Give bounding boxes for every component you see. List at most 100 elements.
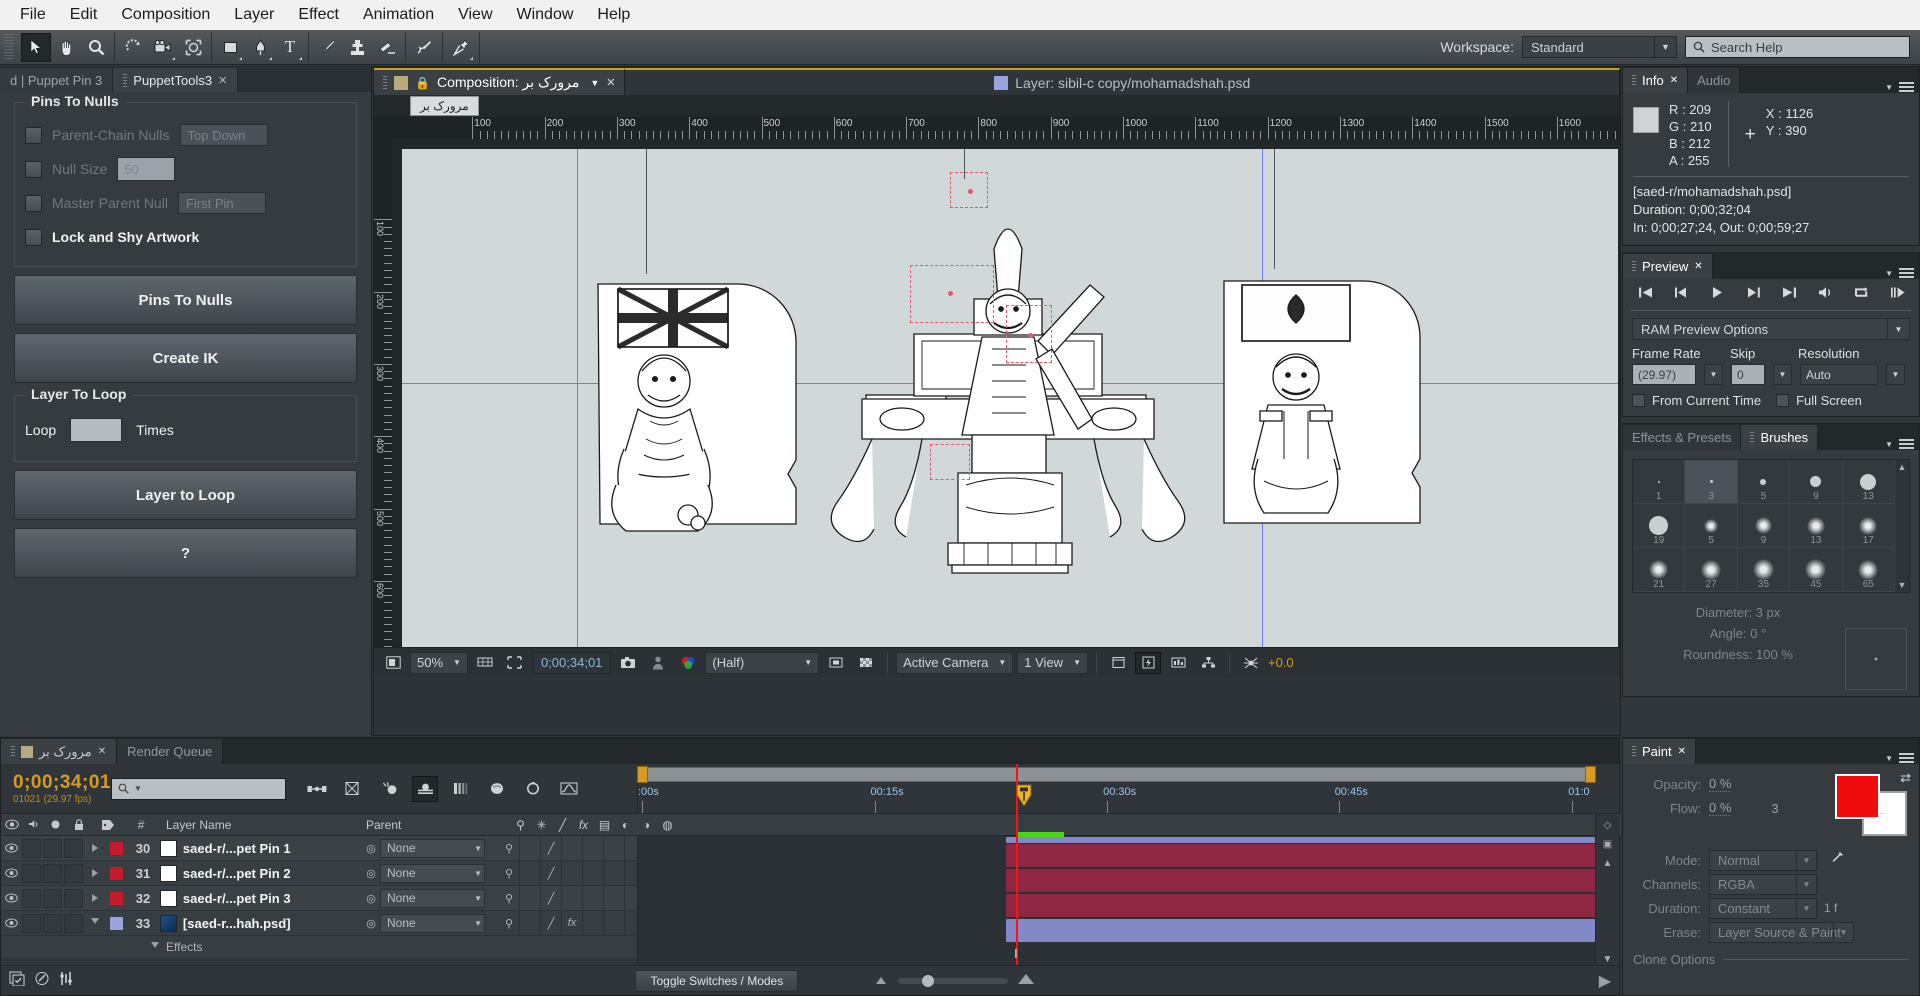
workspace-select[interactable]: Standard ▼: [1522, 36, 1677, 58]
enable-frame-blending-icon[interactable]: [412, 775, 438, 802]
camera-view-select[interactable]: Active Camera ▼: [896, 651, 1014, 674]
parent-select[interactable]: None ▼: [380, 863, 485, 883]
brush-roundness[interactable]: Roundness: 100 %: [1623, 644, 1853, 665]
current-time-indicator[interactable]: [1016, 784, 1032, 808]
brush-cell-21[interactable]: 21: [1633, 548, 1686, 592]
pixel-aspect-correction-icon[interactable]: [1105, 652, 1131, 674]
default-colors-icon[interactable]: ⌐: [1879, 808, 1885, 820]
chevron-down-icon[interactable]: ▼: [134, 784, 142, 793]
track-bar-top[interactable]: [1006, 837, 1595, 843]
brush-diameter[interactable]: Diameter: 3 px: [1623, 602, 1853, 623]
layer-switch-toggle-icon[interactable]: ◇: [1604, 820, 1612, 831]
pins-to-nulls-button[interactable]: Pins To Nulls: [14, 275, 357, 325]
expand-triangle[interactable]: [84, 869, 106, 877]
brush-tool[interactable]: [312, 33, 342, 62]
brush-grid[interactable]: 1 3 5 9 13 19 5 9 13 17 21 27 35 45 65 ▲ ▼: [1632, 459, 1910, 593]
roto-brush-tool[interactable]: [409, 33, 439, 62]
brush-cell-17[interactable]: 17: [1842, 504, 1895, 548]
from-current-time-checkbox[interactable]: [1632, 394, 1645, 407]
collapse-switch[interactable]: [520, 910, 541, 936]
brush-cell-27[interactable]: 27: [1685, 548, 1738, 592]
brainstorm-icon[interactable]: [484, 776, 510, 802]
quality-switch[interactable]: ╱: [541, 860, 562, 886]
scroll-down-icon[interactable]: ▼: [1898, 580, 1907, 590]
composition-viewer[interactable]: 100 200 300 400 500 600 700 800 900 1000 1100 1200 1…: [374, 117, 1620, 677]
brush-cell-9[interactable]: 9: [1790, 460, 1843, 504]
brush-cell-5[interactable]: 5: [1685, 504, 1738, 548]
audio-switch[interactable]: [22, 838, 41, 858]
scroll-down-icon[interactable]: ▼: [1603, 954, 1613, 965]
timeline-track-area[interactable]: I: [637, 764, 1595, 965]
comp-flowchart-icon[interactable]: [34, 971, 51, 991]
previous-frame-button[interactable]: [1668, 286, 1694, 303]
tab-layer[interactable]: Layer: sibil-c copy/mohamadshah.psd: [625, 68, 1620, 95]
toggle-transparency-grid-icon[interactable]: [853, 652, 879, 674]
panel-menu-icon[interactable]: [1899, 82, 1914, 93]
parent-pickwhip-icon[interactable]: ◎: [362, 867, 380, 880]
auto-keyframe-icon[interactable]: [520, 776, 546, 802]
collapse-switch[interactable]: [520, 885, 541, 911]
shy-switch[interactable]: ⚲: [499, 910, 520, 936]
work-area-end-handle[interactable]: [1585, 766, 1596, 783]
tab-comp-timeline[interactable]: مرورک بر ✕: [1, 739, 118, 764]
chevron-down-icon[interactable]: ▼: [1885, 83, 1893, 92]
last-frame-button[interactable]: [1776, 286, 1802, 303]
current-time-display[interactable]: 0;00;34;01: [531, 651, 612, 674]
timeline-zoom-slider[interactable]: [898, 974, 1009, 987]
menu-item-file[interactable]: File: [8, 4, 58, 26]
composition-canvas[interactable]: [392, 139, 1620, 677]
create-ik-button[interactable]: Create IK: [14, 333, 357, 383]
shy-switch[interactable]: ⚲: [499, 835, 520, 861]
scroll-up-icon[interactable]: ▲: [1898, 462, 1907, 472]
tab-paint[interactable]: Paint ✕: [1623, 739, 1697, 764]
brush-cell-1[interactable]: 1: [1633, 460, 1686, 504]
video-switch[interactable]: [1, 918, 21, 928]
master-parent-null-select[interactable]: First Pin: [177, 192, 266, 214]
effects-switch[interactable]: [562, 860, 583, 886]
lock-switch[interactable]: [64, 888, 83, 908]
zoom-tool[interactable]: [81, 33, 111, 62]
composition-mini-flowchart-icon[interactable]: [304, 776, 330, 802]
preview-resolution-value[interactable]: Auto: [1800, 364, 1878, 385]
mode-select[interactable]: Normal ▼: [1709, 849, 1817, 871]
expand-triangle[interactable]: [84, 844, 106, 852]
zoom-in-timeline-icon[interactable]: [1016, 972, 1036, 990]
layer-bar-pin-3[interactable]: [1006, 894, 1595, 917]
tab-puppettools3[interactable]: PuppetTools3 ✕: [113, 68, 239, 92]
parent-select[interactable]: None ▼: [380, 838, 485, 858]
solo-switch[interactable]: [43, 838, 62, 858]
null-size-checkbox[interactable]: [25, 160, 42, 178]
reset-exposure-icon[interactable]: [1238, 652, 1264, 674]
tab-brushes[interactable]: Brushes: [1741, 425, 1819, 450]
work-area-bar[interactable]: [638, 767, 1595, 782]
brush-cell-13[interactable]: 13: [1842, 460, 1895, 504]
label-color[interactable]: [106, 866, 126, 880]
timeline-zoom-thumb[interactable]: [922, 974, 935, 987]
scroll-up-icon[interactable]: ▲: [1603, 858, 1613, 869]
eyedropper-icon[interactable]: [1829, 851, 1844, 869]
foreground-color-swatch[interactable]: [1835, 774, 1880, 819]
menu-item-window[interactable]: Window: [505, 4, 586, 26]
quality-switch[interactable]: ╱: [541, 910, 562, 936]
timeline-icon[interactable]: [1165, 652, 1191, 674]
brush-cell-65[interactable]: 65: [1842, 548, 1895, 592]
lock-icon[interactable]: 🔒: [415, 76, 430, 90]
panel-menu-icon[interactable]: [1899, 439, 1914, 450]
brush-cell-9[interactable]: 9: [1737, 504, 1791, 548]
eraser-tool[interactable]: [372, 33, 402, 62]
pan-behind-tool[interactable]: [178, 33, 208, 62]
panel-menu-icon[interactable]: [1899, 268, 1914, 279]
audio-switch[interactable]: [22, 913, 41, 933]
next-frame-button[interactable]: [1740, 286, 1766, 303]
layer-name-header[interactable]: Layer Name: [158, 814, 360, 836]
view-layout-select[interactable]: 1 View ▼: [1017, 651, 1088, 674]
layer-bar-pin-2[interactable]: [1006, 869, 1595, 892]
frame-blend-switch[interactable]: [583, 885, 604, 911]
shape-tool[interactable]: [215, 33, 245, 62]
exposure-value[interactable]: +0.0: [1268, 652, 1294, 674]
solo-switch[interactable]: [43, 888, 62, 908]
menu-item-layer[interactable]: Layer: [222, 4, 286, 26]
brush-cell-19[interactable]: 19: [1633, 504, 1686, 548]
tab-render-queue[interactable]: Render Queue: [117, 739, 224, 764]
hide-shy-layers-icon[interactable]: [376, 776, 402, 802]
